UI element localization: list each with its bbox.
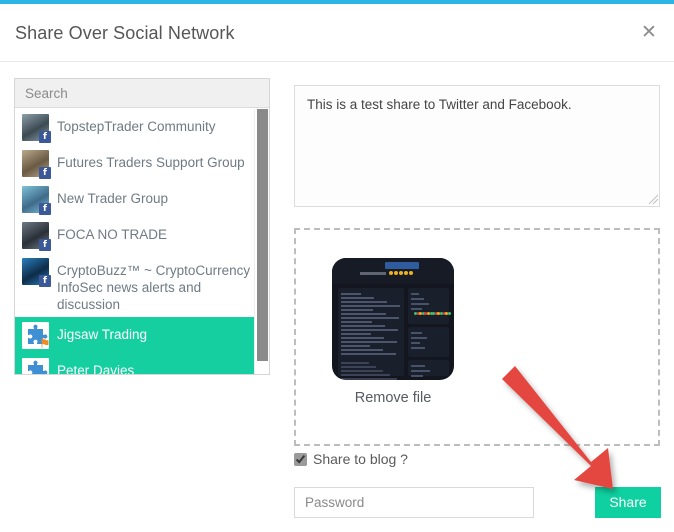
list-item[interactable]: f New Trader Group: [15, 181, 269, 217]
close-icon[interactable]: ✕: [638, 21, 660, 43]
file-dropzone[interactable]: Remove file: [294, 228, 660, 446]
thumbnail-stars: [389, 271, 413, 275]
list-item[interactable]: Peter Davies: [15, 353, 269, 374]
facebook-badge-icon: f: [39, 239, 51, 251]
list-item-label: FOCA NO TRADE: [57, 227, 168, 242]
page-title: Share Over Social Network: [15, 23, 235, 43]
list-item-label: CryptoBuzz™ ~ CryptoCurrency & InfoSec n…: [57, 263, 263, 312]
avatar: f: [22, 186, 51, 215]
avatar: f: [22, 222, 51, 251]
list-item[interactable]: ⚑ Jigsaw Trading: [15, 317, 269, 353]
list-item[interactable]: f CryptoBuzz™ ~ CryptoCurrency & InfoSec …: [15, 253, 269, 317]
list-item[interactable]: f TopstepTrader Community: [15, 109, 269, 145]
thumbnail-heading: [360, 272, 386, 275]
message-textarea[interactable]: [294, 85, 660, 207]
avatar: f: [22, 114, 51, 143]
file-thumbnail[interactable]: [332, 258, 454, 380]
facebook-badge-icon: f: [39, 167, 51, 179]
avatar: f: [22, 258, 51, 287]
share-to-blog-checkbox[interactable]: [294, 453, 307, 466]
thumbnail-chart-card: [408, 360, 449, 377]
recipient-list[interactable]: f TopstepTrader Community f Futures Traders…: [15, 109, 269, 374]
facebook-badge-icon: f: [39, 275, 51, 287]
avatar-image: [22, 358, 49, 374]
thumbnail-text-panel: [338, 288, 404, 380]
list-item-label: Futures Traders Support Group: [57, 155, 245, 170]
thumbnail-chart-card: [408, 288, 451, 324]
remove-file-button[interactable]: Remove file: [332, 390, 454, 406]
facebook-badge-icon: f: [39, 131, 51, 143]
share-to-blog-label[interactable]: Share to blog ?: [313, 452, 408, 467]
file-preview: Remove file: [332, 258, 454, 406]
list-scrollbar[interactable]: [254, 109, 269, 374]
list-item-label: Peter Davies: [57, 363, 135, 374]
avatar: f: [22, 150, 51, 179]
password-field[interactable]: [294, 487, 534, 518]
search-input[interactable]: [15, 79, 269, 108]
share-modal: Share Over Social Network ✕ f TopstepTrad…: [0, 0, 674, 532]
thumbnail-badge: [385, 262, 419, 269]
list-item[interactable]: f FOCA NO TRADE: [15, 217, 269, 253]
facebook-badge-icon: f: [39, 203, 51, 215]
thumbnail-chart-card: [408, 327, 449, 357]
list-item-label: Jigsaw Trading: [57, 327, 148, 342]
list-item-label: TopstepTrader Community: [57, 119, 216, 134]
modal-header: Share Over Social Network ✕: [0, 4, 674, 62]
share-button[interactable]: Share: [595, 487, 661, 518]
flag-badge-icon: ⚑: [39, 337, 51, 352]
recipients-panel: f TopstepTrader Community f Futures Traders…: [14, 78, 270, 375]
list-scrollbar-thumb[interactable]: [257, 109, 268, 361]
avatar: [22, 358, 49, 374]
share-to-blog-row[interactable]: Share to blog ?: [294, 452, 408, 467]
thumbnail-chart-panel: [408, 288, 451, 377]
list-item-label: New Trader Group: [57, 191, 169, 206]
avatar: ⚑: [22, 322, 51, 352]
list-item[interactable]: f Futures Traders Support Group: [15, 145, 269, 181]
